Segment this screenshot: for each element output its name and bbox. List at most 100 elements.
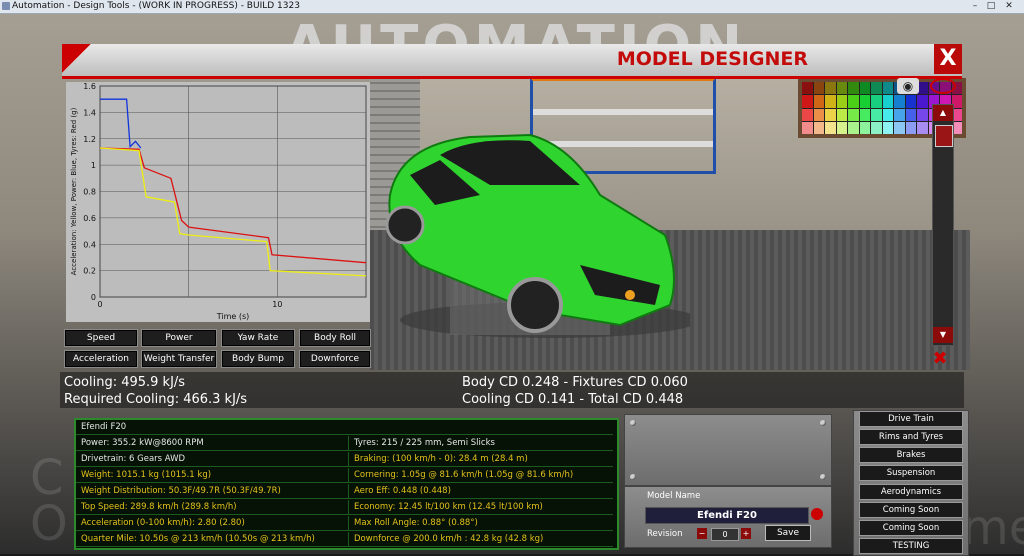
- reset-view-icon[interactable]: ✖: [928, 348, 952, 370]
- color-swatch[interactable]: [882, 108, 893, 121]
- color-swatch[interactable]: [848, 121, 859, 134]
- graph-acceleration-button[interactable]: Acceleration: [64, 350, 138, 368]
- aerodynamics-button[interactable]: Aerodynamics: [859, 484, 963, 500]
- color-swatch[interactable]: [813, 121, 824, 134]
- coming-soon-button-1[interactable]: Coming Soon: [859, 502, 963, 518]
- revision-decrement-icon[interactable]: −: [697, 528, 707, 539]
- info-row-right: Cornering: 1.05g @ 81.6 km/h (1.05g @ 81…: [348, 468, 613, 483]
- info-row-left: Power: 355.2 kW@8600 RPM: [76, 436, 348, 451]
- color-swatch[interactable]: [871, 82, 882, 95]
- coming-soon-button-2[interactable]: Coming Soon: [859, 520, 963, 536]
- color-swatch[interactable]: [859, 108, 870, 121]
- color-swatch[interactable]: [825, 108, 836, 121]
- zoom-scrollbar[interactable]: ▲ ▼: [932, 104, 954, 346]
- color-swatch[interactable]: [871, 95, 882, 108]
- x-tick-label: 0: [97, 300, 102, 309]
- color-swatch[interactable]: [894, 108, 905, 121]
- required-cooling-value: Required Cooling: 466.3 kJ/s: [64, 392, 248, 407]
- color-swatch[interactable]: [802, 108, 813, 121]
- car-info-panel: Efendi F20 Power: 355.2 kW@8600 RPM Tyres…: [74, 418, 619, 550]
- color-swatch[interactable]: [848, 82, 859, 95]
- color-swatch[interactable]: [882, 82, 893, 95]
- color-swatch[interactable]: [802, 121, 813, 134]
- y-tick-label: 0.6: [83, 214, 96, 223]
- color-swatch[interactable]: [836, 121, 847, 134]
- info-row-left: Drivetrain: 6 Gears AWD: [76, 452, 348, 467]
- color-swatch[interactable]: [836, 95, 847, 108]
- model-name-label: Model Name: [647, 491, 701, 501]
- drive-train-button[interactable]: Drive Train: [859, 411, 963, 427]
- cooling-value: Cooling: 495.9 kJ/s: [64, 375, 186, 390]
- info-row-right: Max Roll Angle: 0.88° (0.88°): [348, 516, 613, 531]
- model-name-input[interactable]: Efendi F20: [645, 507, 809, 524]
- y-tick-label: 1.4: [83, 108, 96, 117]
- scroll-up-icon[interactable]: ▲: [933, 105, 953, 121]
- maximize-button[interactable]: □: [984, 1, 998, 11]
- graph-body-bump-button[interactable]: Body Bump: [221, 350, 295, 368]
- color-swatch[interactable]: [802, 95, 813, 108]
- y-tick-label: 0: [91, 293, 96, 302]
- color-swatch[interactable]: [905, 121, 916, 134]
- page-title: MODEL DESIGNER: [616, 48, 808, 70]
- graph-downforce-button[interactable]: Downforce: [299, 350, 371, 368]
- color-swatch[interactable]: [848, 95, 859, 108]
- color-swatch[interactable]: [836, 108, 847, 121]
- revision-increment-icon[interactable]: +: [741, 528, 751, 539]
- close-button[interactable]: X: [934, 44, 962, 74]
- color-swatch[interactable]: [848, 108, 859, 121]
- app-icon: [2, 2, 10, 10]
- graph-power-button[interactable]: Power: [141, 329, 217, 347]
- car-model[interactable]: [380, 125, 690, 340]
- body-cd-value: Body CD 0.248 - Fixtures CD 0.060: [462, 375, 688, 390]
- y-tick-label: 1.2: [83, 135, 96, 144]
- header-stripe: [62, 44, 102, 76]
- color-swatch[interactable]: [859, 82, 870, 95]
- color-swatch[interactable]: [917, 108, 928, 121]
- model-name-confirm-icon[interactable]: [811, 508, 823, 520]
- color-swatch[interactable]: [905, 108, 916, 121]
- color-swatch[interactable]: [825, 95, 836, 108]
- info-row-right: Braking: (100 km/h - 0): 28.4 m (28.4 m): [348, 452, 613, 467]
- minimize-button[interactable]: –: [968, 1, 982, 11]
- graph-speed-button[interactable]: Speed: [64, 329, 138, 347]
- color-swatch[interactable]: [882, 95, 893, 108]
- brakes-button[interactable]: Brakes: [859, 447, 963, 463]
- color-swatch[interactable]: [882, 121, 893, 134]
- color-swatch[interactable]: [825, 121, 836, 134]
- color-swatch[interactable]: [905, 95, 916, 108]
- color-swatch[interactable]: [802, 82, 813, 95]
- color-swatch[interactable]: [894, 95, 905, 108]
- save-button[interactable]: Save: [765, 525, 811, 541]
- x-axis-label: Time (s): [216, 312, 250, 321]
- color-swatch[interactable]: [825, 82, 836, 95]
- color-swatch[interactable]: [813, 108, 824, 121]
- color-swatch[interactable]: [859, 121, 870, 134]
- metal-plate: [624, 414, 832, 486]
- rims-and-tyres-button[interactable]: Rims and Tyres: [859, 429, 963, 445]
- info-row-right: Downforce @ 200.0 km/h : 42.8 kg (42.8 k…: [348, 532, 613, 547]
- testing-button[interactable]: TESTING: [859, 538, 963, 554]
- window-close-button[interactable]: ✕: [1002, 1, 1016, 11]
- info-row-right: Tyres: 215 / 225 mm, Semi Slicks: [348, 436, 613, 451]
- color-swatch[interactable]: [813, 82, 824, 95]
- color-swatch[interactable]: [859, 95, 870, 108]
- camera-icon[interactable]: ◉: [897, 78, 919, 94]
- color-swatch[interactable]: [871, 108, 882, 121]
- color-swatch[interactable]: [813, 95, 824, 108]
- scroll-thumb[interactable]: [935, 125, 953, 147]
- graph-yaw-rate-button[interactable]: Yaw Rate: [221, 329, 295, 347]
- graph-body-roll-button[interactable]: Body Roll: [299, 329, 371, 347]
- color-swatch[interactable]: [836, 82, 847, 95]
- color-swatch[interactable]: [917, 121, 928, 134]
- color-swatch[interactable]: [871, 121, 882, 134]
- suspension-button[interactable]: Suspension: [859, 465, 963, 481]
- graph-weight-transfer-button[interactable]: Weight Transfer: [141, 350, 217, 368]
- color-swatch[interactable]: [917, 95, 928, 108]
- y-axis-label: Acceleration: Yellow, Power: Blue, Tyres…: [70, 107, 78, 275]
- color-swatch[interactable]: [894, 121, 905, 134]
- info-row-left: Weight: 1015.1 kg (1015.1 kg): [76, 468, 348, 483]
- info-car-name: Efendi F20: [76, 420, 613, 435]
- scroll-down-icon[interactable]: ▼: [933, 327, 953, 343]
- view-eye-icon[interactable]: [930, 78, 956, 94]
- total-cd-value: Cooling CD 0.141 - Total CD 0.448: [462, 392, 684, 407]
